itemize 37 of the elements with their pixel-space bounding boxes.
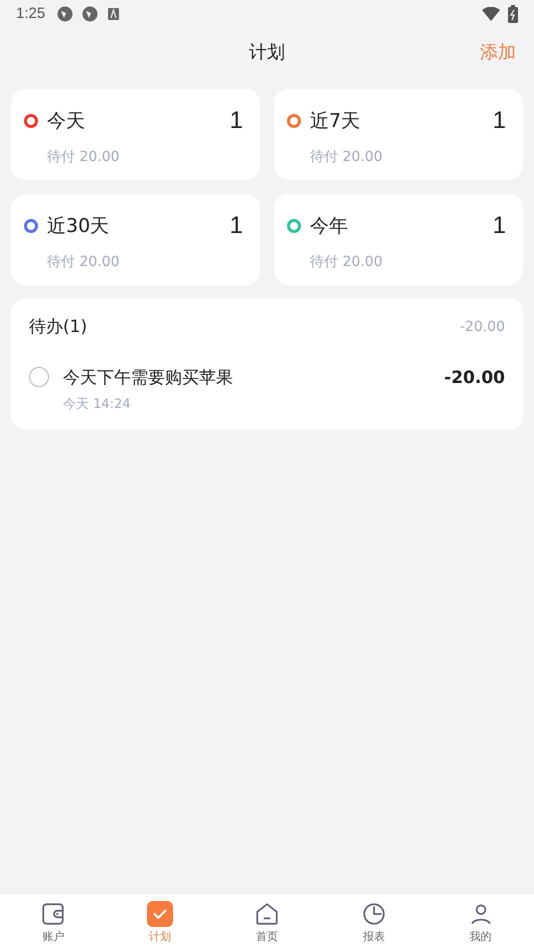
count-text: 1	[492, 106, 506, 136]
summary-card[interactable]: 近30天 1 待付 20.00	[11, 194, 260, 285]
tab-item[interactable]: 首页	[214, 894, 320, 950]
summary-card[interactable]: 近7天 1 待付 20.00	[274, 89, 523, 180]
keyboard-notification-icon	[108, 8, 120, 20]
summary-card[interactable]: 今天 1 待付 20.00	[11, 89, 260, 180]
pending-amount: 待付 20.00	[310, 148, 384, 167]
status-time: 1:25	[16, 4, 46, 24]
period-label: 今年	[310, 214, 348, 239]
period-label: 近30天	[47, 214, 110, 239]
count-text: 1	[230, 106, 243, 136]
tab-item[interactable]: 账户	[0, 894, 107, 950]
period-label: 近7天	[310, 108, 360, 134]
page-title: 计划	[249, 40, 285, 64]
shutter-icon	[82, 6, 98, 22]
todo-total: -20.00	[460, 318, 505, 338]
home-icon	[254, 901, 280, 927]
tab-item[interactable]: 我的	[427, 894, 534, 950]
todo-item-time: 今天 14:24	[63, 396, 132, 414]
summary-card[interactable]: 今年 1 待付 20.00	[274, 194, 523, 285]
tab-item[interactable]: 报表	[320, 894, 428, 950]
pending-amount: 待付 20.00	[310, 253, 384, 272]
check-icon	[147, 901, 174, 927]
todo-item-title: 今天下午需要购买苹果	[63, 366, 234, 390]
wifi-icon	[482, 7, 500, 21]
count-text: 1	[230, 211, 243, 241]
todo-item-amount: -20.00	[444, 366, 505, 390]
battery-icon	[508, 5, 518, 23]
period-label: 今天	[47, 108, 85, 134]
todo-checkbox[interactable]	[29, 366, 49, 386]
todo-title: 待办(1)	[29, 316, 88, 339]
report-icon	[360, 901, 387, 927]
pending-amount: 待付 20.00	[47, 148, 121, 167]
shutter-icon	[57, 6, 74, 22]
count-text: 1	[492, 211, 506, 241]
pending-amount: 待付 20.00	[47, 253, 121, 272]
wallet-icon	[40, 901, 66, 927]
